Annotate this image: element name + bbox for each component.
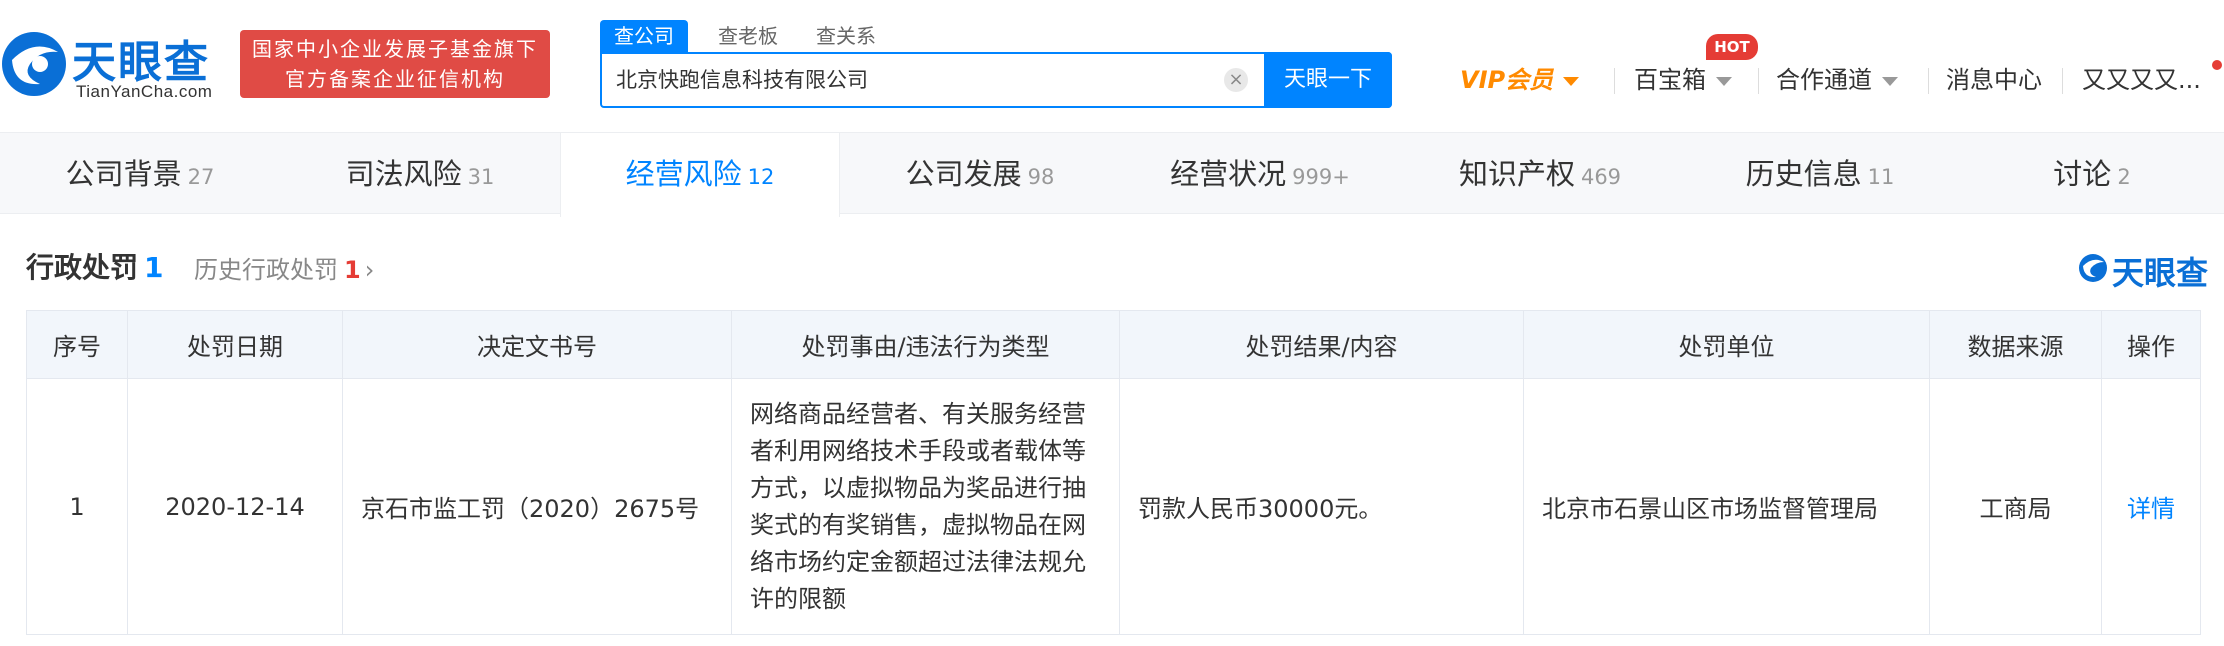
table-header-row: 序号 处罚日期 决定文书号 处罚事由/违法行为类型 处罚结果/内容 处罚单位 数… (26, 310, 2201, 379)
logo-title: 天眼查 (72, 37, 210, 88)
search-tab-company[interactable]: 查公司 (600, 20, 688, 52)
tab-count: 27 (187, 165, 215, 189)
history-penalty-link[interactable]: 历史行政处罚 1 › (194, 250, 374, 285)
vip-label: VIP会员 (1460, 66, 1554, 94)
tab-discussion[interactable]: 讨论 2 (1960, 133, 2224, 215)
tab-count: 469 (1580, 165, 1622, 189)
cell-result: 罚款人民币30000元。 (1119, 378, 1524, 635)
messages-link[interactable]: 消息中心 (1946, 58, 2042, 102)
col-header-reason: 处罚事由/违法行为类型 (731, 310, 1120, 379)
tab-count: 31 (467, 165, 495, 189)
col-header-source: 数据来源 (1929, 310, 2102, 379)
treasure-menu[interactable]: 百宝箱 (1634, 58, 1732, 102)
cell-unit: 北京市石景山区市场监督管理局 (1523, 378, 1930, 635)
search-box: × 天眼一下 (600, 52, 1392, 108)
vip-menu[interactable]: VIP会员 (1460, 58, 1580, 102)
notification-dot (2212, 60, 2222, 70)
company-nav-tabs: 公司背景 27 司法风险 31 经营风险 12 公司发展 98 经营状况 999+ 知识产… (0, 132, 2224, 217)
tab-operating-risk[interactable]: 经营风险 12 (560, 133, 840, 217)
penalty-table: 序号 处罚日期 决定文书号 处罚事由/违法行为类型 处罚结果/内容 处罚单位 数… (26, 310, 2201, 635)
tab-count: 999+ (1292, 165, 1350, 189)
user-menu[interactable]: 又又又又... (2082, 58, 2201, 102)
cooperation-menu[interactable]: 合作通道 (1776, 58, 1898, 102)
tab-label: 经营风险 (625, 157, 742, 191)
nav-divider (2062, 68, 2063, 94)
tab-history[interactable]: 历史信息 11 (1680, 133, 1960, 215)
chevron-right-icon: › (364, 256, 375, 284)
history-label: 历史行政处罚 (194, 256, 338, 284)
cell-action: 详情 (2101, 378, 2201, 635)
col-header-date: 处罚日期 (127, 310, 343, 379)
site-logo[interactable]: 天眼查 TianYanCha.com (0, 26, 230, 106)
tianyancha-logo-icon (2, 32, 66, 96)
treasure-label: 百宝箱 (1634, 66, 1706, 94)
search-button[interactable]: 天眼一下 (1264, 52, 1392, 108)
gov-badge-line2: 官方备案企业征信机构 (285, 67, 505, 91)
cell-index: 1 (26, 378, 128, 635)
col-header-action: 操作 (2101, 310, 2201, 379)
tab-company-development[interactable]: 公司发展 98 (840, 133, 1120, 215)
history-count: 1 (344, 256, 361, 284)
cell-doc-no: 京石市监工罚（2020）2675号 (342, 378, 732, 635)
cell-date: 2020-12-14 (127, 378, 343, 635)
table-row: 1 2020-12-14 京石市监工罚（2020）2675号 网络商品经营者、有… (26, 378, 2201, 635)
hot-badge: HOT (1706, 34, 1758, 60)
tab-label: 知识产权 (1458, 157, 1575, 191)
gov-badge-line1: 国家中小企业发展子基金旗下 (252, 37, 538, 61)
col-header-doc-no: 决定文书号 (342, 310, 732, 379)
nav-divider (1928, 68, 1929, 94)
nav-divider (1758, 68, 1759, 94)
tab-judicial-risk[interactable]: 司法风险 31 (280, 133, 560, 215)
col-header-result: 处罚结果/内容 (1119, 310, 1524, 379)
section-count: 1 (144, 251, 164, 284)
tab-label: 司法风险 (345, 157, 462, 191)
tianyancha-logo-icon (2079, 254, 2107, 282)
search-tab-boss[interactable]: 查老板 (718, 20, 778, 52)
cooperation-label: 合作通道 (1776, 66, 1872, 94)
tab-count: 98 (1027, 165, 1055, 189)
chevron-down-icon (1716, 76, 1732, 86)
tab-label: 历史信息 (1745, 157, 1862, 191)
section-title-text: 行政处罚 (26, 251, 139, 284)
search-input[interactable] (616, 54, 1216, 106)
clear-icon[interactable]: × (1224, 68, 1248, 92)
chevron-down-icon (1563, 76, 1580, 86)
tab-label: 公司发展 (905, 157, 1022, 191)
section-title: 行政处罚 1 (26, 246, 164, 286)
chevron-down-icon (1882, 76, 1898, 86)
tab-label: 讨论 (2053, 157, 2112, 191)
logo-domain: TianYanCha.com (76, 82, 213, 101)
cell-source: 工商局 (1929, 378, 2102, 635)
tab-count: 12 (747, 165, 775, 189)
detail-link[interactable]: 详情 (2127, 495, 2175, 523)
gov-badge[interactable]: 国家中小企业发展子基金旗下 官方备案企业征信机构 (240, 30, 550, 98)
col-header-index: 序号 (26, 310, 128, 379)
brand-text: 天眼查 (2112, 254, 2209, 292)
tab-count: 11 (1867, 165, 1895, 189)
tab-operating-status[interactable]: 经营状况 999+ (1120, 133, 1400, 215)
nav-divider (1614, 68, 1615, 94)
cell-reason: 网络商品经营者、有关服务经营者利用网络技术手段或者载体等方式，以虚拟物品为奖品进… (731, 378, 1120, 635)
tab-intellectual-property[interactable]: 知识产权 469 (1400, 133, 1680, 215)
top-header: 天眼查 TianYanCha.com 国家中小企业发展子基金旗下 官方备案企业征… (0, 0, 2224, 132)
col-header-unit: 处罚单位 (1523, 310, 1930, 379)
search-tab-relation[interactable]: 查关系 (816, 20, 876, 52)
tab-label: 公司背景 (65, 157, 182, 191)
tab-label: 经营状况 (1170, 157, 1287, 191)
tab-count: 2 (2117, 165, 2131, 189)
tab-company-background[interactable]: 公司背景 27 (0, 133, 280, 215)
